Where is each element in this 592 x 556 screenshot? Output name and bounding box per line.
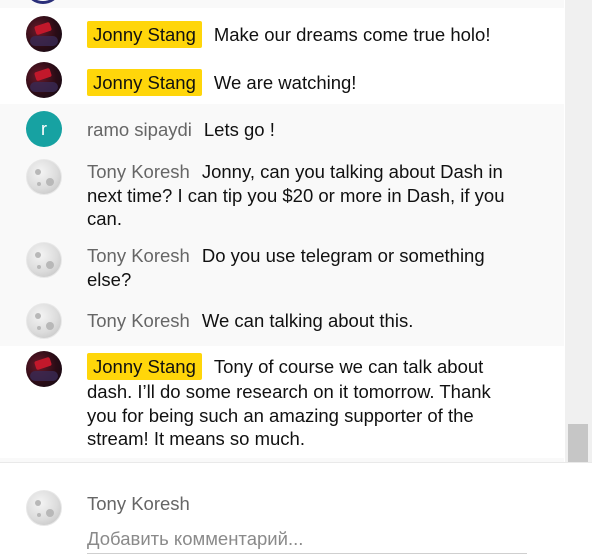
scrollbar-thumb[interactable]	[568, 424, 588, 462]
comment-input[interactable]	[87, 525, 527, 554]
avatar-letter: r	[41, 119, 47, 139]
avatar[interactable]	[26, 159, 62, 195]
composer-user-name: Tony Koresh	[87, 493, 190, 514]
message-text: Lets go !	[203, 119, 275, 140]
composer-avatar	[26, 490, 62, 526]
owner-author-badge[interactable]: Jonny Stang	[87, 69, 202, 96]
author-name[interactable]: Tony Koresh	[87, 161, 190, 182]
chat-scrollbar[interactable]	[565, 0, 592, 462]
chat-message: r ramo sipaydi Lets go !	[0, 104, 564, 152]
chat-message: Tony Koresh Do you use telegram or someth…	[0, 238, 564, 300]
comment-composer: Tony Koresh	[0, 462, 592, 556]
avatar[interactable]	[26, 351, 62, 387]
author-name[interactable]: Tony Koresh	[87, 310, 190, 331]
chat-message: Jonny Stang We are watching!	[0, 56, 564, 104]
message-text: Make our dreams come true holo!	[213, 24, 491, 45]
avatar[interactable]	[26, 242, 62, 278]
avatar[interactable]	[26, 62, 62, 98]
owner-author-badge[interactable]: Jonny Stang	[87, 21, 202, 48]
author-name[interactable]: Tony Koresh	[87, 245, 190, 266]
chat-message: Jonny Stang Tony of course we can talk ab…	[0, 346, 564, 458]
avatar[interactable]	[26, 303, 62, 339]
live-chat-message-list: Jonny Stang Make our dreams come true hol…	[0, 0, 564, 462]
author-name[interactable]: ramo sipaydi	[87, 119, 192, 140]
message-text: We can talking about this.	[201, 310, 414, 331]
avatar[interactable]: r	[26, 111, 62, 147]
chat-message: Tony Koresh Jonny, can you talking about …	[0, 152, 564, 238]
chat-message: Tony Koresh We can talking about this.	[0, 300, 564, 346]
chat-message: Jonny Stang Make our dreams come true hol…	[0, 8, 564, 56]
partial-avatar	[28, 0, 58, 4]
owner-author-badge[interactable]: Jonny Stang	[87, 353, 202, 380]
message-text: We are watching!	[213, 72, 357, 93]
avatar[interactable]	[26, 16, 62, 52]
